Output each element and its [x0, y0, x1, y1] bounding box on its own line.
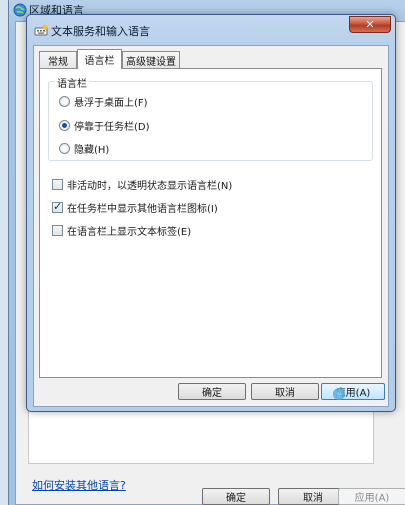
radio-float-on-desktop[interactable]: 悬浮于桌面上(F)	[59, 94, 148, 109]
checkbox-label: 在语言栏上显示文本标签(E)	[67, 227, 192, 238]
checkbox[interactable]	[52, 179, 63, 190]
checkbox-show-additional-icons[interactable]: 在任务栏中显示其他语言栏图标(I)	[52, 200, 218, 215]
radio-label: 停靠于任务栏(D)	[74, 122, 150, 133]
tab-language-bar[interactable]: 语言栏	[77, 49, 122, 69]
ok-button[interactable]: 确定	[178, 383, 246, 400]
close-icon: ✕	[365, 18, 375, 31]
radio-label: 隐藏(H)	[74, 145, 110, 156]
radio-button-selected[interactable]	[59, 120, 70, 131]
tab-advanced-key-settings[interactable]: 高级键设置	[122, 51, 180, 68]
outer-ok-button[interactable]: 确定	[202, 488, 270, 505]
checkbox-checked[interactable]	[52, 200, 63, 213]
radio-button[interactable]	[59, 143, 70, 154]
radio-dock-in-taskbar[interactable]: 停靠于任务栏(D)	[59, 118, 150, 133]
click-cursor-indicator	[333, 388, 345, 400]
radio-label: 悬浮于桌面上(F)	[74, 98, 148, 109]
language-bar-groupbox: 语言栏 悬浮于桌面上(F) 停靠于任务栏(D) 隐藏(H)	[48, 75, 373, 161]
close-button[interactable]: ✕	[349, 16, 391, 33]
radio-hidden[interactable]: 隐藏(H)	[59, 141, 109, 156]
groupbox-title: 语言栏	[55, 75, 89, 90]
language-bar-tab-page: 语言栏 悬浮于桌面上(F) 停靠于任务栏(D) 隐藏(H) 非活动时，以透明状态…	[39, 68, 382, 378]
dialog-title: 文本服务和输入语言	[51, 25, 150, 38]
text-services-dialog: 文本服务和输入语言 ✕ 常规 语言栏 高级键设置 语言栏 悬浮于桌面上(F) 停…	[26, 14, 396, 412]
globe-icon	[13, 3, 27, 17]
install-languages-link[interactable]: 如何安装其他语言?	[32, 477, 126, 493]
cancel-button[interactable]: 取消	[251, 383, 319, 400]
checkbox-label: 在任务栏中显示其他语言栏图标(I)	[67, 204, 218, 215]
background-window-edge	[0, 0, 8, 505]
keyboard-icon	[34, 24, 48, 36]
tab-general[interactable]: 常规	[39, 51, 77, 68]
radio-button[interactable]	[59, 96, 70, 107]
checkbox[interactable]	[52, 225, 63, 236]
checkbox-transparent-when-inactive[interactable]: 非活动时，以透明状态显示语言栏(N)	[52, 177, 232, 192]
checkbox-label: 非活动时，以透明状态显示语言栏(N)	[67, 181, 233, 192]
apply-button[interactable]: 应用(A)	[321, 383, 385, 400]
checkbox-show-text-labels[interactable]: 在语言栏上显示文本标签(E)	[52, 223, 191, 238]
dialog-body: 常规 语言栏 高级键设置 语言栏 悬浮于桌面上(F) 停靠于任务栏(D) 隐藏(…	[33, 45, 389, 407]
outer-apply-button[interactable]: 应用(A)	[338, 488, 405, 505]
